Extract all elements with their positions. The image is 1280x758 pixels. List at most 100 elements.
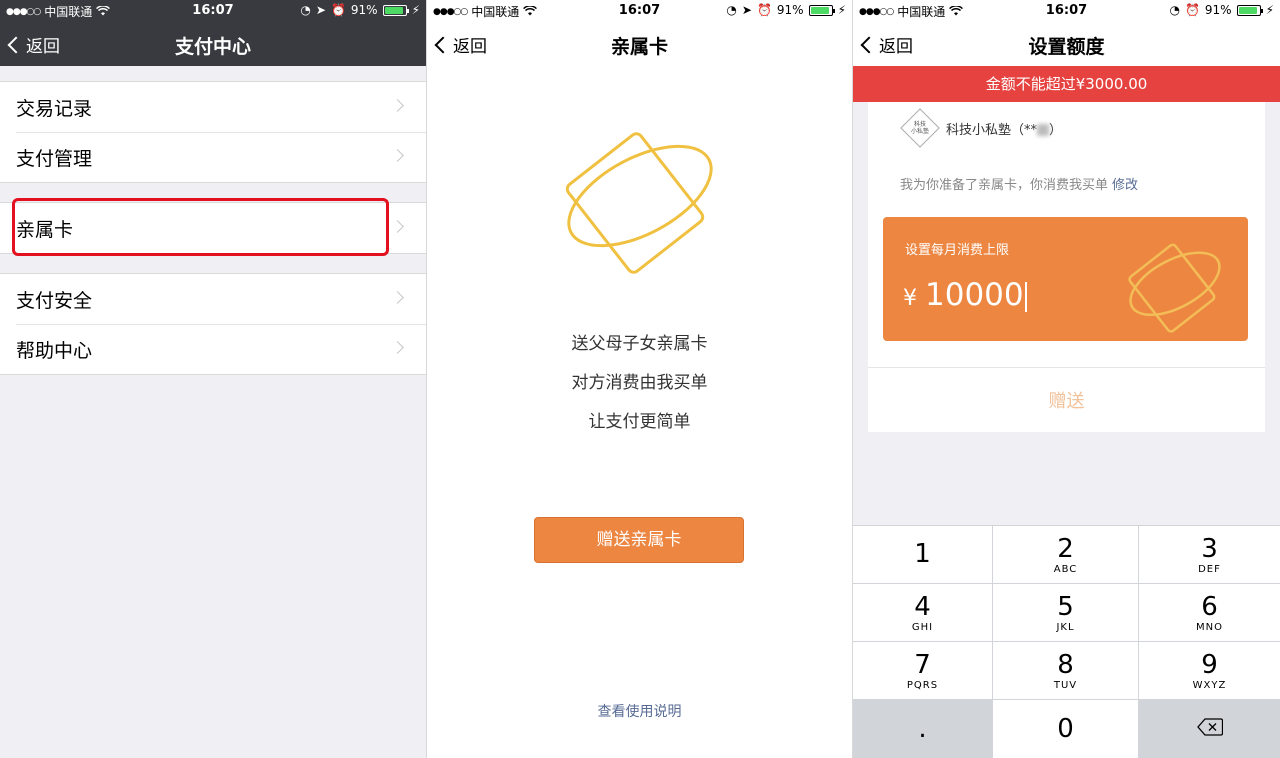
orientation-lock-icon: ◔ (1169, 3, 1180, 17)
monthly-limit-card[interactable]: 设置每月消费上限 ¥ 10000 (883, 217, 1248, 341)
key-9[interactable]: 9 WXYZ (1139, 642, 1280, 699)
key-6[interactable]: 6 MNO (1139, 584, 1280, 641)
set-limit-screen: ●●●○○ 中国联通 16:07 ◔ ⏰ 91% ⚡ 返回 设置额度 科技 小私… (853, 0, 1280, 758)
gift-note-text: 我为你准备了亲属卡，你消费我买单 (900, 178, 1109, 193)
key-digit: 5 (1057, 591, 1074, 622)
menu-item-label: 支付安全 (16, 289, 93, 312)
send-button[interactable]: 赠送 (868, 387, 1265, 413)
recipient-name: 科技小私塾（** ） (946, 119, 1062, 138)
page-title: 设置额度 (1028, 36, 1105, 58)
battery-icon (382, 4, 409, 16)
org-logo-text: 科技 小私塾 (910, 120, 930, 135)
key-decimal[interactable]: . (853, 700, 992, 758)
status-right: ◔ ➤ ⏰ 91% ⚡ (726, 3, 846, 17)
gift-family-card-button[interactable]: 赠送亲属卡 (534, 517, 744, 563)
charging-icon: ⚡ (837, 3, 846, 17)
location-icon: ➤ (315, 3, 326, 17)
key-2[interactable]: 2 ABC (993, 526, 1138, 583)
chevron-right-icon (391, 149, 404, 162)
intro-line: 让支付更简单 (588, 412, 691, 432)
key-letters: TUV (1053, 679, 1078, 691)
usage-instructions-link[interactable]: 查看使用说明 (427, 701, 852, 721)
menu-item-transactions[interactable]: 交易记录 (0, 82, 426, 132)
org-logo: 科技 小私塾 (900, 108, 940, 148)
key-0[interactable]: 0 (993, 700, 1138, 758)
page-title: 支付中心 (174, 36, 251, 58)
key-4[interactable]: 4 GHI (853, 584, 992, 641)
nav-bar: 返回 支付中心 (0, 22, 426, 66)
key-letters: ABC (1053, 563, 1078, 575)
family-card-intro-screen: ●●●○○ 中国联通 16:07 ◔ ➤ ⏰ 91% ⚡ 返回 亲属卡 送父母子… (427, 0, 852, 758)
key-digit: 6 (1201, 591, 1218, 622)
chevron-right-icon (391, 291, 404, 304)
alarm-icon: ⏰ (1184, 3, 1200, 17)
key-5[interactable]: 5 JKL (993, 584, 1138, 641)
key-digit: 4 (914, 591, 931, 622)
key-3[interactable]: 3 DEF (1139, 526, 1280, 583)
battery-percent: 91% (350, 3, 378, 17)
menu-item-payment-management[interactable]: 支付管理 (0, 132, 426, 182)
key-8[interactable]: 8 TUV (993, 642, 1138, 699)
key-1[interactable]: 1 (853, 526, 992, 583)
key-letters: MNO (1196, 621, 1223, 633)
menu-item-label: 支付管理 (16, 147, 93, 170)
menu-group-3: 支付安全 帮助中心 (0, 273, 426, 375)
highlight-box (12, 198, 389, 256)
payment-center-screen: ●●●○○ 中国联通 16:07 ◔ ➤ ⏰ 91% ⚡ 返回 支付中心 交易记… (0, 0, 426, 758)
menu-item-payment-security[interactable]: 支付安全 (0, 274, 426, 324)
key-digit: 2 (1057, 533, 1074, 564)
intro-line: 对方消费由我买单 (571, 373, 708, 393)
error-banner: 金额不能超过¥3000.00 (853, 66, 1280, 102)
key-digit: 0 (1057, 714, 1074, 744)
currency-symbol: ¥ (903, 286, 917, 311)
chevron-right-icon (391, 220, 404, 233)
amount-value: 10000 (925, 277, 1024, 313)
limit-panel: 科技 小私塾 科技小私塾（** ） 我为你准备了亲属卡，你消费我买单 修改 设置每月… (868, 102, 1265, 432)
nav-bar: 返回 亲属卡 (427, 22, 852, 66)
menu-item-help-center[interactable]: 帮助中心 (0, 324, 426, 374)
nav-bar: 返回 设置额度 (853, 22, 1280, 66)
menu-group-1: 交易记录 支付管理 (0, 81, 426, 183)
battery-icon (808, 4, 835, 16)
numeric-keypad: 1 2 ABC 3 DEF 4 GHI 5 JKL 6 MNO 7 PQRS 8 TUV 9W… (853, 525, 1280, 758)
recipient-name-suffix: ） (1049, 122, 1063, 138)
status-bar: ●●●○○ 中国联通 16:07 ◔ ➤ ⏰ 91% ⚡ (0, 0, 426, 22)
key-7[interactable]: 7 PQRS (853, 642, 992, 699)
charging-icon: ⚡ (411, 3, 420, 17)
intro-line: 送父母子女亲属卡 (571, 334, 708, 354)
status-right: ◔ ➤ ⏰ 91% ⚡ (300, 3, 420, 17)
text-cursor (1024, 281, 1027, 312)
divider (868, 367, 1265, 368)
key-letters: WXYZ (1192, 679, 1227, 691)
menu-item-label: 交易记录 (16, 97, 93, 120)
menu-item-label: 帮助中心 (16, 339, 93, 362)
gift-note: 我为你准备了亲属卡，你消费我买单 修改 (900, 174, 1138, 193)
key-digit: 8 (1057, 649, 1074, 680)
page-title: 亲属卡 (610, 36, 668, 58)
orientation-lock-icon: ◔ (726, 3, 737, 17)
battery-icon (1236, 4, 1263, 16)
key-backspace[interactable] (1139, 700, 1280, 758)
amount-input[interactable]: ¥ 10000 (903, 277, 1027, 313)
recipient-name-text: 科技小私塾（** (946, 122, 1038, 138)
key-digit: 1 (914, 539, 931, 569)
key-digit: 3 (1201, 533, 1218, 564)
limit-label: 设置每月消费上限 (905, 243, 1010, 258)
screens-root: ●●●○○ 中国联通 16:07 ◔ ➤ ⏰ 91% ⚡ 返回 支付中心 交易记… (0, 0, 1280, 758)
key-letters: GHI (911, 621, 934, 633)
status-bar: ●●●○○ 中国联通 16:07 ◔ ➤ ⏰ 91% ⚡ (427, 0, 852, 22)
chevron-right-icon (391, 99, 404, 112)
status-bar: ●●●○○ 中国联通 16:07 ◔ ⏰ 91% ⚡ (853, 0, 1280, 22)
edit-note-link[interactable]: 修改 (1112, 178, 1138, 193)
key-digit: 9 (1201, 649, 1218, 680)
orientation-lock-icon: ◔ (300, 3, 311, 17)
recipient-row: 科技 小私塾 科技小私塾（** ） (900, 108, 1062, 148)
key-letters: DEF (1198, 563, 1221, 575)
key-digit: . (918, 714, 927, 744)
card-watermark-icon (1120, 235, 1230, 339)
location-icon: ➤ (741, 3, 752, 17)
status-right: ◔ ⏰ 91% ⚡ (1169, 3, 1274, 17)
key-letters: PQRS (906, 679, 939, 691)
battery-percent: 91% (776, 3, 804, 17)
alarm-icon: ⏰ (330, 3, 346, 17)
